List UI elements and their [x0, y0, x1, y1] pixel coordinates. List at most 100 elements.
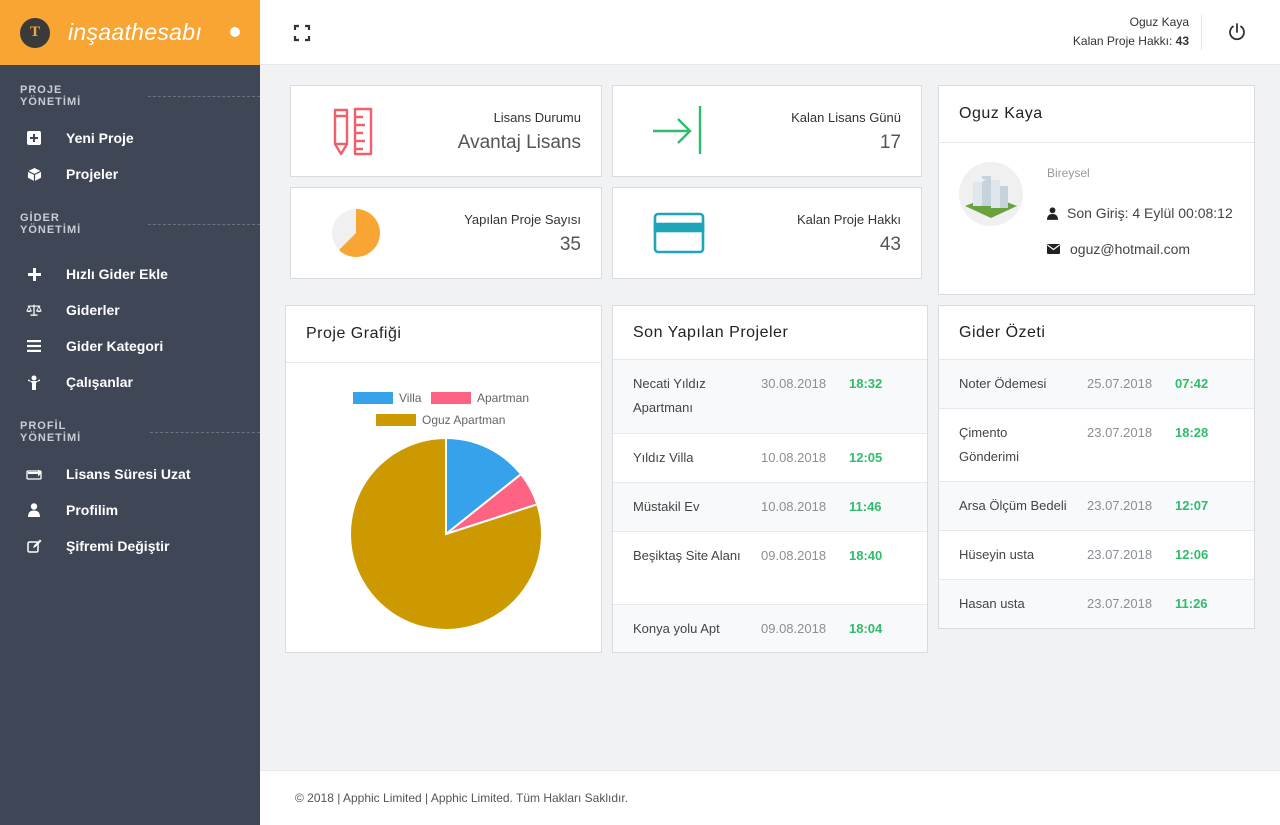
list-item[interactable]: Noter Ödemesi 25.07.2018 07:42	[939, 359, 1254, 408]
legend-label: Apartman	[477, 391, 530, 405]
list-icon	[26, 338, 42, 354]
fullscreen-icon[interactable]	[293, 24, 311, 42]
sidebar-item-calisanlar[interactable]: Çalışanlar	[0, 364, 260, 400]
row-name: Yıldız Villa	[633, 450, 694, 465]
plus-square-icon	[26, 130, 42, 146]
header-user-name[interactable]: Oguz Kaya	[1073, 13, 1189, 32]
list-item[interactable]: Arsa Ölçüm Bedeli 23.07.2018 12:07	[939, 481, 1254, 530]
sidebar-item-label: Çalışanlar	[66, 374, 133, 390]
legend-label: Villa	[399, 391, 422, 405]
stat-card-yapilan-proje-sayisi: Yapılan Proje Sayısı 35	[290, 187, 602, 279]
row-date: 23.07.2018	[1087, 596, 1153, 611]
topbar: Oguz Kaya Kalan Proje Hakkı: 43	[260, 0, 1280, 65]
legend-swatch-apartman	[431, 392, 471, 404]
expense-summary-panel: Gider Özeti Noter Ödemesi 25.07.2018 07:…	[938, 305, 1255, 629]
brand-bar: T inşaathesabı	[0, 0, 260, 65]
row-time: 12:06	[1175, 547, 1209, 562]
row-name: Konya yolu Apt	[633, 621, 720, 636]
stat-label: Kalan Lisans Günü	[791, 110, 901, 125]
stat-value: 17	[879, 132, 901, 153]
chart-panel: Proje Grafiği Villa Apartman Oguz Apartm…	[285, 305, 602, 653]
sidebar-item-label: Hızlı Gider Ekle	[66, 266, 168, 282]
list-item[interactable]: Hasan usta 23.07.2018 11:26	[939, 579, 1254, 628]
envelope-icon	[1047, 244, 1060, 254]
section-label: GİDER YÖNETİMİ	[20, 212, 82, 236]
power-icon[interactable]	[1227, 22, 1247, 42]
profile-type: Bireysel	[1047, 166, 1090, 180]
sidebar-item-sifremi-degistir[interactable]: Şifremi Değiştir	[0, 528, 260, 564]
row-date: 25.07.2018	[1087, 376, 1153, 391]
sidebar-item-giderler[interactable]: Giderler	[0, 292, 260, 328]
expense-summary-title: Gider Özeti	[959, 324, 1046, 341]
worker-icon	[26, 374, 42, 390]
sidebar-item-label: Yeni Proje	[66, 130, 134, 146]
brand-logo[interactable]: T	[20, 17, 50, 48]
list-item[interactable]: Necati Yıldız Apartmanı 30.08.2018 18:32	[613, 359, 927, 433]
row-time: 18:40	[849, 548, 883, 563]
sidebar-item-label: Şifremi Değiştir	[66, 538, 170, 554]
balance-scale-icon	[26, 302, 42, 318]
list-item[interactable]: Müstakil Ev 10.08.2018 11:46	[613, 482, 927, 531]
row-time: 18:28	[1175, 425, 1209, 440]
sidebar-item-yeni-proje[interactable]: Yeni Proje	[0, 120, 260, 156]
row-date: 30.08.2018	[761, 376, 827, 391]
row-name: Arsa Ölçüm Bedeli	[959, 498, 1067, 513]
header-remaining-label: Kalan Proje Hakkı:	[1072, 34, 1173, 48]
sign-in-icon	[651, 104, 705, 161]
row-date: 09.08.2018	[761, 621, 827, 636]
recent-projects-title: Son Yapılan Projeler	[633, 324, 789, 341]
sidebar: T inşaathesabı PROJE YÖNETİMİ Yeni Proje…	[0, 0, 260, 825]
footer-text: © 2018 | Apphic Limited | Apphic Limited…	[295, 791, 629, 805]
sidebar-item-label: Lisans Süresi Uzat	[66, 466, 191, 482]
list-item[interactable]: Hüseyin usta 23.07.2018 12:06	[939, 530, 1254, 579]
sidebar-item-hizli-gider-ekle[interactable]: Hızlı Gider Ekle	[0, 256, 260, 292]
pencil-ruler-icon	[331, 106, 377, 161]
sidebar-item-label: Giderler	[66, 302, 120, 318]
sidebar-item-lisans-suresi-uzat[interactable]: Lisans Süresi Uzat	[0, 456, 260, 492]
section-label: PROFİL YÖNETİMİ	[20, 420, 82, 444]
row-name: Hasan usta	[959, 596, 1025, 611]
cube-icon	[26, 166, 42, 182]
plus-icon	[26, 266, 42, 282]
pie-chart	[349, 436, 543, 631]
chart-panel-title: Proje Grafiği	[306, 325, 402, 342]
recent-projects-panel: Son Yapılan Projeler Necati Yıldız Apart…	[612, 305, 928, 653]
legend-item[interactable]: Oguz Apartman	[376, 413, 505, 427]
profile-email: oguz@hotmail.com	[1047, 241, 1190, 257]
pie-chart-icon	[331, 208, 381, 263]
sidebar-item-profilim[interactable]: Profilim	[0, 492, 260, 528]
edit-icon	[26, 538, 42, 554]
stat-label: Yapılan Proje Sayısı	[464, 212, 581, 227]
profile-name: Oguz Kaya	[959, 105, 1043, 122]
list-item[interactable]: Beşiktaş Site Alanı 09.08.2018 18:40	[613, 531, 927, 604]
row-date: 10.08.2018	[761, 450, 827, 465]
stat-card-kalan-proje-hakki: Kalan Proje Hakkı 43	[612, 187, 922, 279]
header-remaining-value: 43	[1175, 34, 1189, 48]
list-item[interactable]: Konya yolu Apt 09.08.2018 18:04	[613, 604, 927, 652]
divider	[148, 223, 260, 225]
user-icon	[26, 502, 42, 518]
list-item[interactable]: Yıldız Villa 10.08.2018 12:05	[613, 433, 927, 482]
section-label: PROJE YÖNETİMİ	[20, 84, 82, 108]
sidebar-toggle-dot[interactable]	[230, 27, 240, 37]
row-name: Beşiktaş Site Alanı	[633, 548, 741, 563]
divider	[150, 431, 260, 433]
row-time: 12:07	[1175, 498, 1209, 513]
sidebar-item-gider-kategori[interactable]: Gider Kategori	[0, 328, 260, 364]
legend-item[interactable]: Apartman	[431, 391, 529, 405]
header-remaining: Kalan Proje Hakkı: 43	[1073, 32, 1189, 51]
section-title-profil: PROFİL YÖNETİMİ	[0, 420, 260, 444]
list-item[interactable]: Çimento Gönderimi 23.07.2018 18:28	[939, 408, 1254, 481]
email-text[interactable]: oguz@hotmail.com	[1070, 241, 1190, 257]
avatar	[959, 162, 1023, 226]
legend-label: Oguz Apartman	[422, 413, 506, 427]
row-name: Noter Ödemesi	[959, 376, 1047, 391]
sidebar-item-projeler[interactable]: Projeler	[0, 156, 260, 192]
sidebar-item-label: Profilim	[66, 502, 119, 518]
legend-item[interactable]: Villa	[353, 391, 421, 405]
row-name: Hüseyin usta	[959, 547, 1035, 562]
legend-swatch-oguz-apartman	[376, 414, 416, 426]
profile-last-login: Son Giriş: 4 Eylül 00:08:12	[1047, 205, 1233, 221]
divider	[148, 95, 260, 97]
brand-name[interactable]: inşaathesabı	[68, 19, 202, 46]
